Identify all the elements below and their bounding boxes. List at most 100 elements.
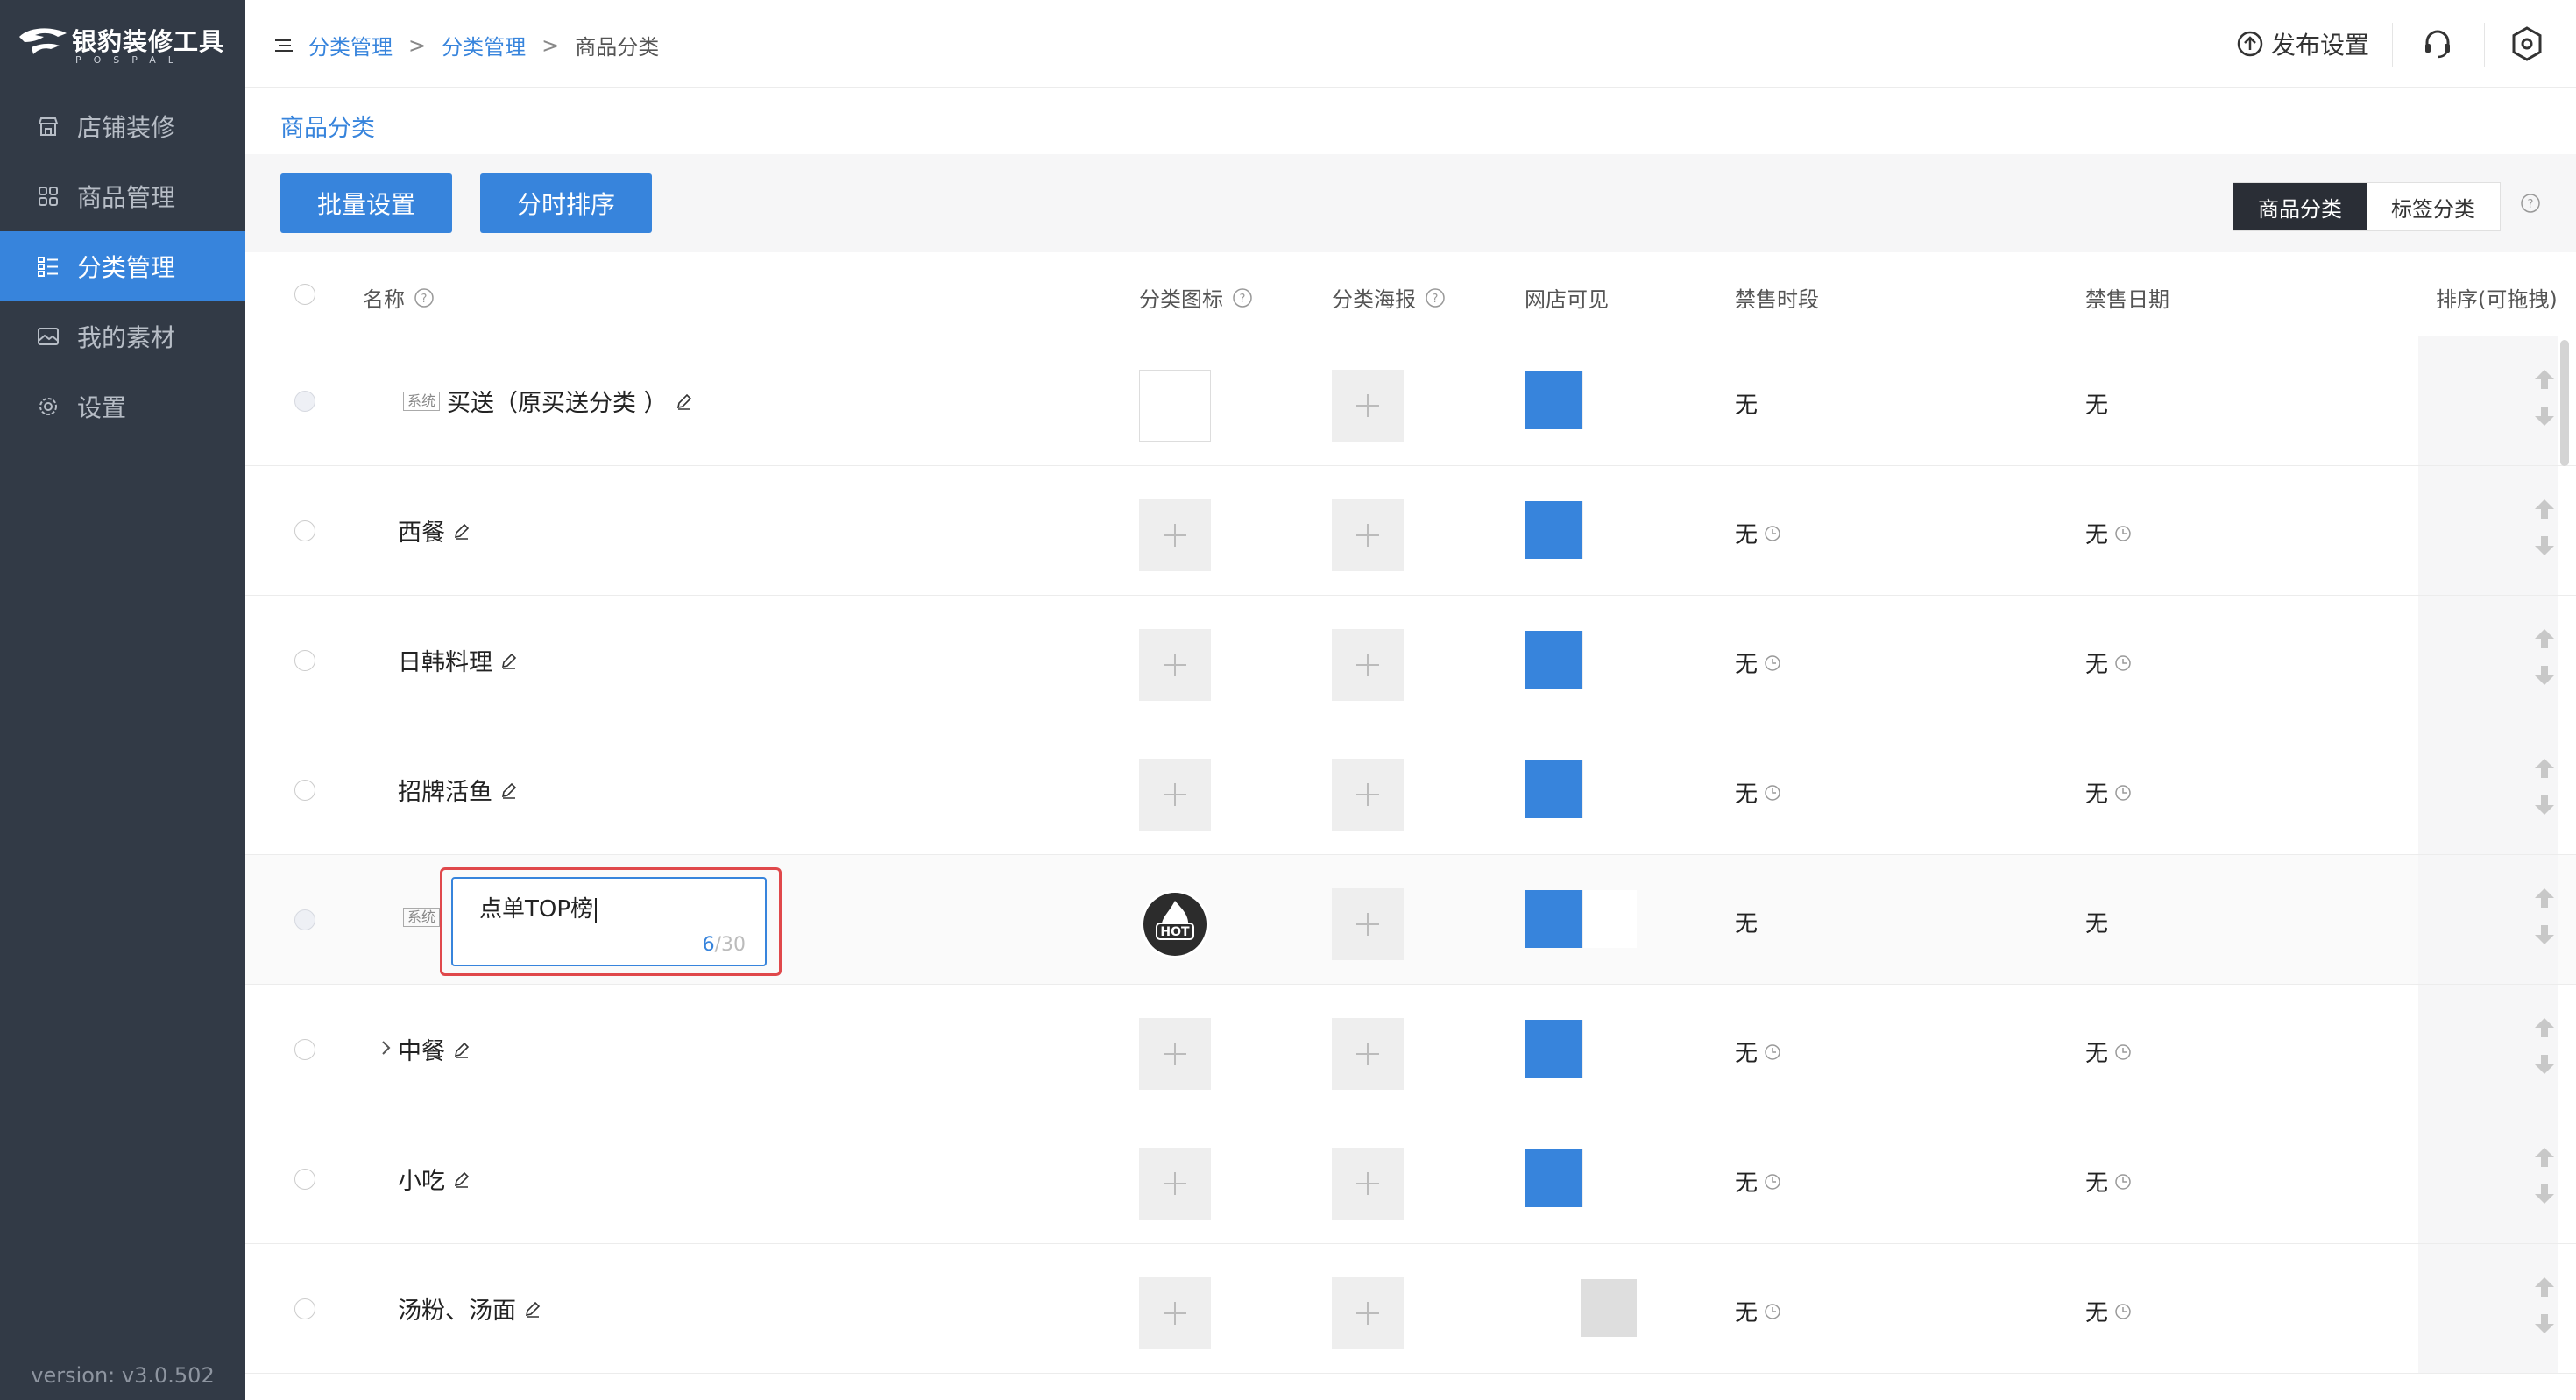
category-icon-upload[interactable] (1139, 1148, 1211, 1220)
category-poster-upload[interactable] (1332, 759, 1404, 831)
edit-pencil-icon[interactable] (499, 651, 519, 670)
row-select-radio[interactable] (294, 520, 315, 541)
category-poster-upload[interactable] (1332, 1148, 1404, 1220)
clock-icon[interactable] (2113, 524, 2133, 543)
category-poster-upload[interactable] (1332, 370, 1404, 442)
web-visible-toggle[interactable] (1525, 890, 1637, 948)
move-down-icon[interactable] (2532, 534, 2557, 557)
row-select-radio[interactable] (294, 1298, 315, 1319)
move-down-icon[interactable] (2532, 405, 2557, 428)
category-icon-upload[interactable] (1139, 370, 1211, 442)
table-row[interactable]: 日韩料理 无 无 (245, 596, 2576, 725)
category-poster-upload[interactable] (1332, 888, 1404, 960)
clock-icon[interactable] (2113, 1172, 2133, 1191)
ban-time-value[interactable]: 无 (1735, 776, 1782, 809)
category-poster-upload[interactable] (1332, 629, 1404, 701)
ban-date-value[interactable]: 无 (2085, 1295, 2133, 1327)
clock-icon[interactable] (1763, 1302, 1782, 1321)
sidebar-item-settings[interactable]: 设置 (0, 371, 245, 442)
web-visible-toggle[interactable] (1525, 1020, 1637, 1078)
move-down-icon[interactable] (2532, 1312, 2557, 1335)
move-up-icon[interactable] (2532, 627, 2557, 650)
sidebar-item-category-management[interactable]: 分类管理 (0, 231, 245, 301)
sidebar-item-product-management[interactable]: 商品管理 (0, 161, 245, 231)
web-visible-toggle[interactable] (1525, 1149, 1637, 1207)
table-row[interactable]: 中餐 无 无 (245, 985, 2576, 1114)
edit-pencil-icon[interactable] (675, 392, 694, 411)
move-up-icon[interactable] (2532, 1276, 2557, 1298)
publish-settings-button[interactable]: 发布设置 (2236, 26, 2369, 61)
ban-date-value[interactable]: 无 (2085, 776, 2133, 809)
sort-handle[interactable] (2418, 1114, 2558, 1243)
help-icon[interactable]: ? (414, 287, 435, 308)
sort-handle[interactable] (2418, 336, 2558, 465)
clock-icon[interactable] (2113, 654, 2133, 673)
category-icon-upload[interactable] (1139, 629, 1211, 701)
clock-icon[interactable] (2113, 783, 2133, 803)
sort-handle[interactable] (2418, 725, 2558, 854)
move-up-icon[interactable] (2532, 368, 2557, 391)
edit-pencil-icon[interactable] (452, 521, 471, 541)
move-down-icon[interactable] (2532, 1053, 2557, 1076)
move-up-icon[interactable] (2532, 1146, 2557, 1169)
settings-hexagon-icon[interactable] (2508, 25, 2546, 63)
help-icon[interactable]: ? (1425, 287, 1446, 308)
move-up-icon[interactable] (2532, 498, 2557, 520)
category-icon[interactable]: HOT (1139, 888, 1211, 960)
edit-pencil-icon[interactable] (499, 781, 519, 800)
sidebar-item-my-assets[interactable]: 我的素材 (0, 301, 245, 371)
sort-handle[interactable] (2418, 855, 2558, 984)
table-row[interactable]: 招牌活鱼 无 无 (245, 725, 2576, 855)
web-visible-toggle[interactable] (1525, 631, 1637, 689)
scrollbar[interactable] (2560, 340, 2569, 466)
headset-icon[interactable] (2418, 25, 2457, 63)
ban-time-value[interactable]: 无 (1735, 647, 1782, 679)
move-down-icon[interactable] (2532, 1183, 2557, 1206)
help-icon[interactable]: ? (1232, 287, 1253, 308)
chevron-right-icon[interactable] (375, 1037, 396, 1058)
clock-icon[interactable] (1763, 783, 1782, 803)
menu-icon[interactable] (272, 33, 296, 58)
tab-product-category[interactable]: 商品分类 (2233, 183, 2367, 230)
category-icon-upload[interactable] (1139, 1277, 1211, 1349)
clock-icon[interactable] (1763, 524, 1782, 543)
web-visible-toggle[interactable] (1525, 371, 1637, 429)
clock-icon[interactable] (1763, 1043, 1782, 1062)
ban-time-value[interactable]: 无 (1735, 1295, 1782, 1327)
sort-handle[interactable] (2418, 985, 2558, 1114)
clock-icon[interactable] (1763, 1172, 1782, 1191)
clock-icon[interactable] (2113, 1302, 2133, 1321)
ban-date-value[interactable]: 无 (2085, 517, 2133, 549)
category-poster-upload[interactable] (1332, 499, 1404, 571)
ban-time-value[interactable]: 无 (1735, 1036, 1782, 1068)
move-up-icon[interactable] (2532, 1016, 2557, 1039)
category-icon-upload[interactable] (1139, 759, 1211, 831)
move-down-icon[interactable] (2532, 664, 2557, 687)
table-row[interactable]: 系统 买送（原买送分类 ） 无 无 (245, 336, 2576, 466)
row-select-radio[interactable] (294, 650, 315, 671)
move-up-icon[interactable] (2532, 887, 2557, 909)
sidebar-item-store-decoration[interactable]: 店铺装修 (0, 91, 245, 161)
clock-icon[interactable] (2113, 1043, 2133, 1062)
edit-pencil-icon[interactable] (452, 1040, 471, 1059)
name-edit-input[interactable]: 点单TOP榜 6/30 (451, 877, 767, 966)
table-row[interactable]: 汤粉、汤面 无 无 (245, 1244, 2576, 1374)
web-visible-toggle[interactable] (1525, 760, 1637, 818)
ban-date-value[interactable]: 无 (2085, 647, 2133, 679)
move-down-icon[interactable] (2532, 923, 2557, 946)
timed-sort-button[interactable]: 分时排序 (480, 173, 652, 233)
clock-icon[interactable] (1763, 654, 1782, 673)
ban-time-value[interactable]: 无 (1735, 1165, 1782, 1198)
help-icon[interactable]: ? (2520, 193, 2541, 214)
web-visible-toggle[interactable] (1525, 501, 1637, 559)
table-row[interactable]: 小吃 无 无 (245, 1114, 2576, 1244)
table-row[interactable]: 系统 点单TOP榜 6/30 HOT 无 无 (245, 855, 2576, 985)
category-icon-upload[interactable] (1139, 499, 1211, 571)
ban-date-value[interactable]: 无 (2085, 1036, 2133, 1068)
category-icon-upload[interactable] (1139, 1018, 1211, 1090)
sort-handle[interactable] (2418, 596, 2558, 725)
table-row[interactable]: 西餐 无 无 (245, 466, 2576, 596)
move-up-icon[interactable] (2532, 757, 2557, 780)
move-down-icon[interactable] (2532, 794, 2557, 817)
row-select-radio[interactable] (294, 780, 315, 801)
